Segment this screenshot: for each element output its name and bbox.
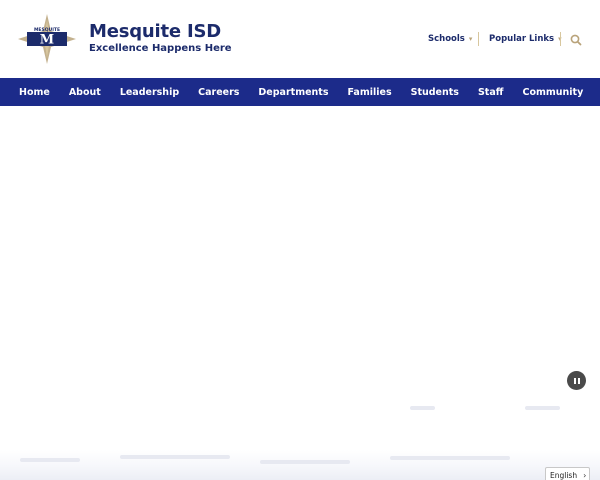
utility-divider	[560, 32, 561, 46]
logo-wordmark: MESQUITE	[34, 27, 60, 33]
site-header: M MESQUITE Mesquite ISD Excellence Happe…	[0, 0, 600, 78]
utility-divider	[478, 32, 479, 46]
district-logo[interactable]: M MESQUITE	[18, 14, 76, 64]
site-title[interactable]: Mesquite ISD	[89, 21, 221, 42]
popular-links-label: Popular Links	[489, 34, 555, 44]
schools-dropdown[interactable]: Schools ▾	[428, 33, 472, 45]
schools-label: Schools	[428, 34, 465, 44]
hero-slideshow	[0, 106, 600, 480]
nav-item-community[interactable]: Community	[522, 87, 583, 98]
nav-item-departments[interactable]: Departments	[258, 87, 328, 98]
pause-icon	[573, 377, 576, 384]
main-navigation: Home About Leadership Careers Department…	[0, 78, 600, 106]
nav-item-families[interactable]: Families	[348, 87, 392, 98]
nav-item-staff[interactable]: Staff	[478, 87, 504, 98]
nav-item-home[interactable]: Home	[19, 87, 50, 98]
nav-item-about[interactable]: About	[69, 87, 101, 98]
hero-image-detail	[120, 455, 230, 459]
nav-item-careers[interactable]: Careers	[198, 87, 239, 98]
hero-image-detail	[390, 456, 510, 460]
slideshow-pause-button[interactable]	[567, 371, 586, 390]
nav-item-leadership[interactable]: Leadership	[120, 87, 179, 98]
hero-image-detail	[525, 406, 560, 410]
pause-icon-bar	[577, 377, 580, 384]
logo-letter: M	[40, 33, 54, 48]
language-selected: English	[550, 471, 578, 480]
hero-image-detail	[260, 460, 350, 464]
chevron-right-icon: ›	[583, 471, 587, 480]
hero-image-fade	[0, 450, 600, 480]
chevron-down-icon: ▾	[468, 35, 473, 43]
language-selector[interactable]: English ›	[545, 467, 590, 480]
hero-image-detail	[20, 458, 80, 462]
search-icon	[570, 34, 582, 46]
hero-image-detail	[410, 406, 435, 410]
popular-links-dropdown[interactable]: Popular Links ▾	[489, 33, 562, 45]
search-button[interactable]	[569, 32, 583, 46]
site-tagline: Excellence Happens Here	[89, 43, 232, 54]
nav-item-students[interactable]: Students	[411, 87, 459, 98]
